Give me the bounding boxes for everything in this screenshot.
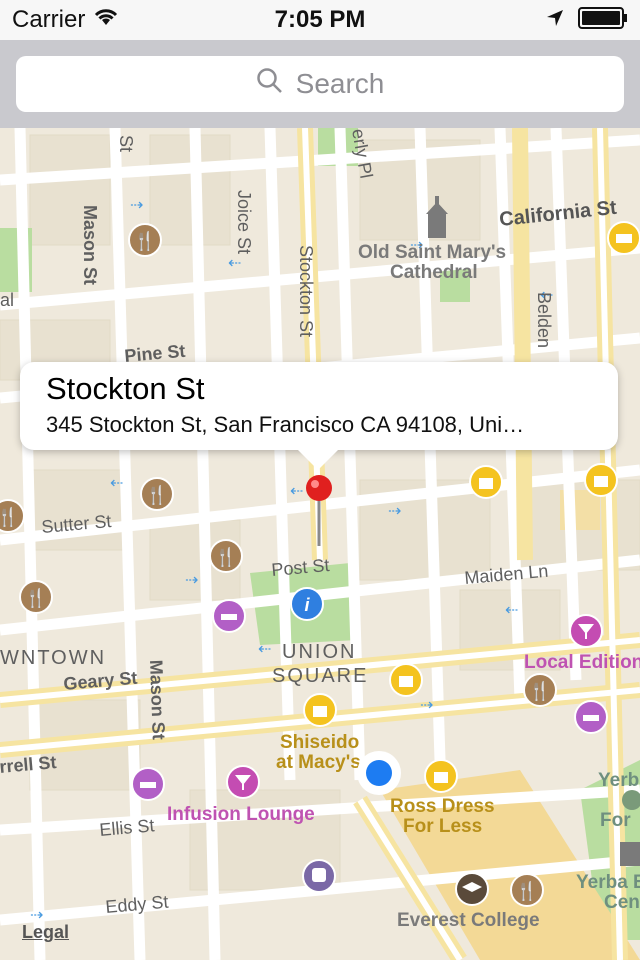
svg-text:⇠: ⇠ (258, 641, 271, 658)
shopping-bag-icon[interactable] (584, 463, 618, 497)
info-icon[interactable]: i (290, 587, 324, 621)
user-location-icon[interactable] (357, 751, 401, 795)
map-label-mason-st-top: Mason St (80, 205, 100, 285)
svg-text:🍴: 🍴 (134, 230, 156, 252)
svg-text:🍴: 🍴 (215, 546, 237, 568)
map-label-union: UNION (282, 641, 356, 663)
location-arrow-icon (546, 9, 564, 32)
restaurant-icon[interactable]: 🍴 (128, 223, 162, 257)
poi-label-old-saint-marys: Old Saint Mary's (358, 242, 506, 263)
svg-text:🍴: 🍴 (25, 587, 47, 609)
restaurant-icon[interactable]: 🍴 (510, 873, 544, 907)
map-label-square: SQUARE (272, 665, 368, 687)
restaurant-icon[interactable]: 🍴 (209, 539, 243, 573)
map-label-joice-st: Joice St (234, 190, 254, 254)
hotel-icon[interactable] (574, 700, 608, 734)
map-label-mason-st-bottom: Mason St (146, 659, 169, 740)
poi-label-yerba-2: For (600, 810, 631, 831)
restaurant-icon[interactable]: 🍴 (523, 673, 557, 707)
poi-label-everest-college: Everest College (397, 910, 540, 931)
cocktail-icon[interactable] (569, 614, 603, 648)
hotel-icon[interactable] (212, 599, 246, 633)
cocktail-icon[interactable] (226, 765, 260, 799)
poi-label-yerba-4: Cen (604, 892, 640, 913)
restaurant-icon[interactable]: 🍴 (19, 580, 53, 614)
poi-label-shiseido: Shiseido (280, 732, 359, 753)
map-label-partial-al: al (0, 290, 14, 310)
svg-text:⇢: ⇢ (185, 572, 198, 589)
poi-label-at-macys: at Macy's (276, 752, 361, 773)
battery-icon (578, 6, 628, 34)
graduation-cap-icon[interactable] (455, 872, 489, 906)
search-bar: Search (0, 40, 640, 128)
svg-text:⇠: ⇠ (505, 602, 518, 619)
hotel-icon[interactable] (131, 767, 165, 801)
building-icon (620, 842, 640, 866)
callout-address: 345 Stockton St, San Francisco CA 94108,… (46, 412, 525, 437)
carrier-label: Carrier (12, 6, 86, 33)
restaurant-icon[interactable]: 🍴 (0, 499, 25, 533)
svg-text:⇠: ⇠ (290, 483, 303, 500)
callout-tail (296, 448, 340, 470)
search-placeholder: Search (295, 68, 385, 99)
callout-title: Stockton St (46, 371, 205, 406)
search-input[interactable]: Search (16, 56, 624, 112)
svg-text:⇢: ⇢ (420, 697, 433, 714)
shopping-bag-icon[interactable] (389, 663, 423, 697)
svg-text:⇢: ⇢ (388, 503, 401, 520)
map-view[interactable]: ⇢⇠⇢ ⇠⇠⇢ ⇠⇠⇢ ⇢⇠⇢ California St Pine St Ma… (0, 128, 640, 960)
map-label-partial-st: St (116, 135, 136, 152)
poi-label-ross-dress: Ross Dress (390, 796, 495, 817)
poi-label-yerba-1: Yerb (598, 770, 639, 791)
svg-text:⇢: ⇢ (130, 197, 143, 214)
map-label-stockton-st: Stockton St (296, 245, 316, 337)
svg-text:⇠: ⇠ (228, 255, 241, 272)
map-label-belden: Belden (534, 292, 554, 348)
search-icon (256, 67, 284, 102)
svg-text:🍴: 🍴 (516, 880, 538, 902)
restaurant-icon[interactable]: 🍴 (140, 477, 174, 511)
svg-text:🍴: 🍴 (529, 680, 551, 702)
status-bar: Carrier 7:05 PM (0, 0, 640, 40)
shopping-bag-icon[interactable] (303, 693, 337, 727)
svg-text:🍴: 🍴 (0, 506, 19, 528)
poi-label-for-less: For Less (403, 816, 482, 837)
poi-label-local-edition: Local Edition (524, 652, 640, 673)
poi-label-yerba-3: Yerba B (576, 872, 640, 893)
poi-label-infusion-lounge: Infusion Lounge (167, 804, 315, 825)
map-label-downtown: WNTOWN (0, 647, 106, 669)
train-icon[interactable] (302, 859, 336, 893)
svg-text:⇠: ⇠ (110, 475, 123, 492)
shopping-bag-icon[interactable] (469, 465, 503, 499)
location-callout[interactable]: Stockton St 345 Stockton St, San Francis… (20, 362, 618, 450)
svg-text:🍴: 🍴 (146, 484, 168, 506)
legal-link[interactable]: Legal (22, 922, 69, 943)
shopping-bag-icon[interactable] (424, 759, 458, 793)
wifi-icon (93, 6, 119, 34)
shopping-cart-icon[interactable] (607, 221, 640, 255)
poi-label-cathedral: Cathedral (390, 262, 478, 283)
